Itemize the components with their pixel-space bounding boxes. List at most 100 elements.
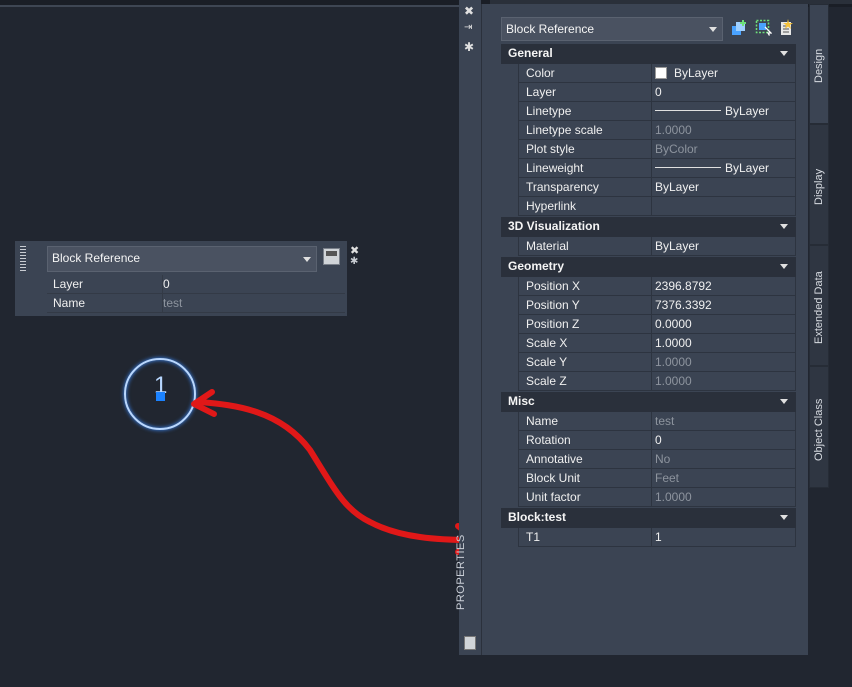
property-label: Color <box>518 64 651 83</box>
collapse-icon[interactable] <box>780 51 788 56</box>
property-label: Layer <box>518 83 651 102</box>
property-value-text: 0.0000 <box>655 317 692 331</box>
property-row[interactable]: Position Y 7376.3392 <box>501 296 796 315</box>
property-label: Material <box>518 237 651 256</box>
property-value[interactable]: Feet <box>651 469 796 488</box>
section-header[interactable]: Block:test <box>501 508 796 528</box>
property-label: Scale X <box>518 334 651 353</box>
property-row[interactable]: Block Unit Feet <box>501 469 796 488</box>
property-value-text: 1.0000 <box>655 123 692 137</box>
property-value[interactable]: 0.0000 <box>651 315 796 334</box>
property-label: Annotative <box>518 450 651 469</box>
object-type-selected: Block Reference <box>506 22 595 36</box>
collapse-icon[interactable] <box>780 399 788 404</box>
section-header[interactable]: 3D Visualization <box>501 217 796 237</box>
property-sections: General Color ByLayer Layer 0 Linetype ByLayer… <box>501 43 796 547</box>
property-row[interactable]: Linetype ByLayer <box>501 102 796 121</box>
properties-palette: Block Reference General Color ByLayer Layer… <box>481 4 808 655</box>
collapse-icon[interactable] <box>780 264 788 269</box>
palette-side-tabs: Design Display Extended Data Object Clas… <box>809 4 829 488</box>
property-value-text: ByLayer <box>725 161 770 175</box>
property-value-text: 7376.3392 <box>655 298 712 312</box>
property-label: Scale Y <box>518 353 651 372</box>
color-swatch <box>655 67 667 79</box>
property-value[interactable]: test <box>651 412 796 431</box>
property-value-text: ByLayer <box>655 239 700 253</box>
section-title: Geometry <box>508 259 565 273</box>
property-value[interactable]: ByLayer <box>651 102 796 121</box>
property-label: Position Z <box>518 315 651 334</box>
tab-display[interactable]: Display <box>809 124 829 245</box>
property-row[interactable]: Linetype scale 1.0000 <box>501 121 796 140</box>
property-value-text: No <box>655 452 671 466</box>
close-icon[interactable]: ✖ <box>464 4 474 18</box>
property-value[interactable]: 1.0000 <box>651 334 796 353</box>
property-label: T1 <box>518 528 651 547</box>
property-value-text: ByLayer <box>674 66 719 80</box>
section-title: Misc <box>508 394 535 408</box>
property-row[interactable]: Unit factor 1.0000 <box>501 488 796 507</box>
property-label: Unit factor <box>518 488 651 507</box>
property-value-text: ByLayer <box>655 180 700 194</box>
property-row[interactable]: Position Z 0.0000 <box>501 315 796 334</box>
collapse-icon[interactable] <box>780 515 788 520</box>
tab-object-class[interactable]: Object Class <box>809 366 829 488</box>
property-label: Lineweight <box>518 159 651 178</box>
property-value[interactable]: ByLayer <box>651 237 796 256</box>
property-value[interactable]: 0 <box>651 431 796 450</box>
property-row[interactable]: Rotation 0 <box>501 431 796 450</box>
property-value[interactable]: 2396.8792 <box>651 277 796 296</box>
property-value[interactable]: ByColor <box>651 140 796 159</box>
property-value[interactable]: 1 <box>651 528 796 547</box>
property-value-text: ByColor <box>655 142 698 156</box>
property-row[interactable]: Position X 2396.8792 <box>501 277 796 296</box>
toggle-pickadd-icon[interactable] <box>731 19 748 36</box>
property-row[interactable]: Layer 0 <box>501 83 796 102</box>
property-row[interactable]: Color ByLayer <box>501 64 796 83</box>
property-value[interactable]: 1.0000 <box>651 121 796 140</box>
property-value-text: 1.0000 <box>655 374 692 388</box>
property-value[interactable]: 7376.3392 <box>651 296 796 315</box>
section-header[interactable]: Misc <box>501 392 796 412</box>
quick-select-icon[interactable] <box>779 19 796 36</box>
select-objects-icon[interactable] <box>755 19 772 36</box>
object-type-select[interactable]: Block Reference <box>501 17 723 41</box>
property-row[interactable]: Plot style ByColor <box>501 140 796 159</box>
property-row[interactable]: T1 1 <box>501 528 796 547</box>
property-value[interactable] <box>651 197 796 216</box>
palette-title: PROPERTIES <box>455 534 467 610</box>
property-row[interactable]: Scale Y 1.0000 <box>501 353 796 372</box>
property-row[interactable]: Lineweight ByLayer <box>501 159 796 178</box>
property-row[interactable]: Scale X 1.0000 <box>501 334 796 353</box>
property-value[interactable]: ByLayer <box>651 64 796 83</box>
linetype-preview <box>655 167 721 168</box>
settings-icon[interactable]: ✱ <box>464 40 474 54</box>
property-value-text: 0 <box>655 433 662 447</box>
property-row[interactable]: Name test <box>501 412 796 431</box>
property-row[interactable]: Hyperlink <box>501 197 796 216</box>
property-value-text: 1 <box>655 530 662 544</box>
linetype-preview <box>655 110 721 111</box>
property-value[interactable]: 0 <box>651 83 796 102</box>
property-value-text: 1.0000 <box>655 490 692 504</box>
autohide-icon[interactable]: ⇥ <box>464 22 472 33</box>
property-row[interactable]: Annotative No <box>501 450 796 469</box>
section-header[interactable]: General <box>501 44 796 64</box>
property-label: Rotation <box>518 431 651 450</box>
property-value[interactable]: 1.0000 <box>651 353 796 372</box>
tab-design[interactable]: Design <box>809 4 829 124</box>
property-value[interactable]: 1.0000 <box>651 372 796 391</box>
tab-extended-data[interactable]: Extended Data <box>809 245 829 366</box>
property-value[interactable]: ByLayer <box>651 159 796 178</box>
property-value-text: Feet <box>655 471 680 485</box>
property-value[interactable]: 1.0000 <box>651 488 796 507</box>
property-label: Name <box>518 412 651 431</box>
property-row[interactable]: Material ByLayer <box>501 237 796 256</box>
property-value[interactable]: No <box>651 450 796 469</box>
property-row[interactable]: Transparency ByLayer <box>501 178 796 197</box>
property-row[interactable]: Scale Z 1.0000 <box>501 372 796 391</box>
property-value[interactable]: ByLayer <box>651 178 796 197</box>
section-header[interactable]: Geometry <box>501 257 796 277</box>
collapse-icon[interactable] <box>780 224 788 229</box>
property-label: Position X <box>518 277 651 296</box>
